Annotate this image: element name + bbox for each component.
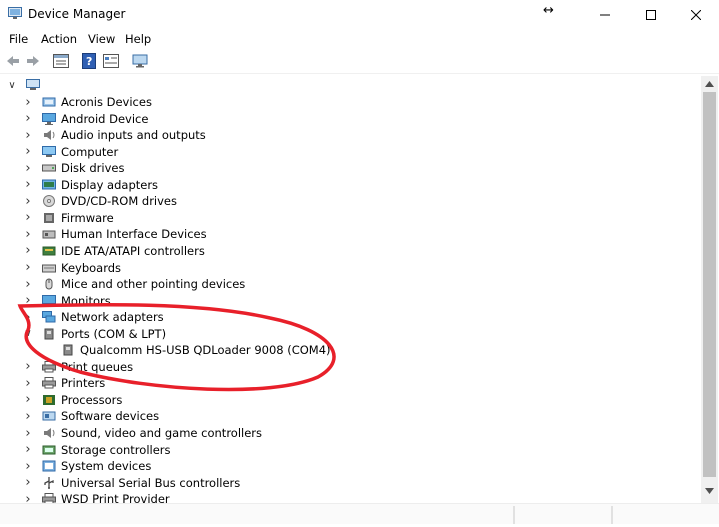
annotation-circle <box>17 302 336 392</box>
